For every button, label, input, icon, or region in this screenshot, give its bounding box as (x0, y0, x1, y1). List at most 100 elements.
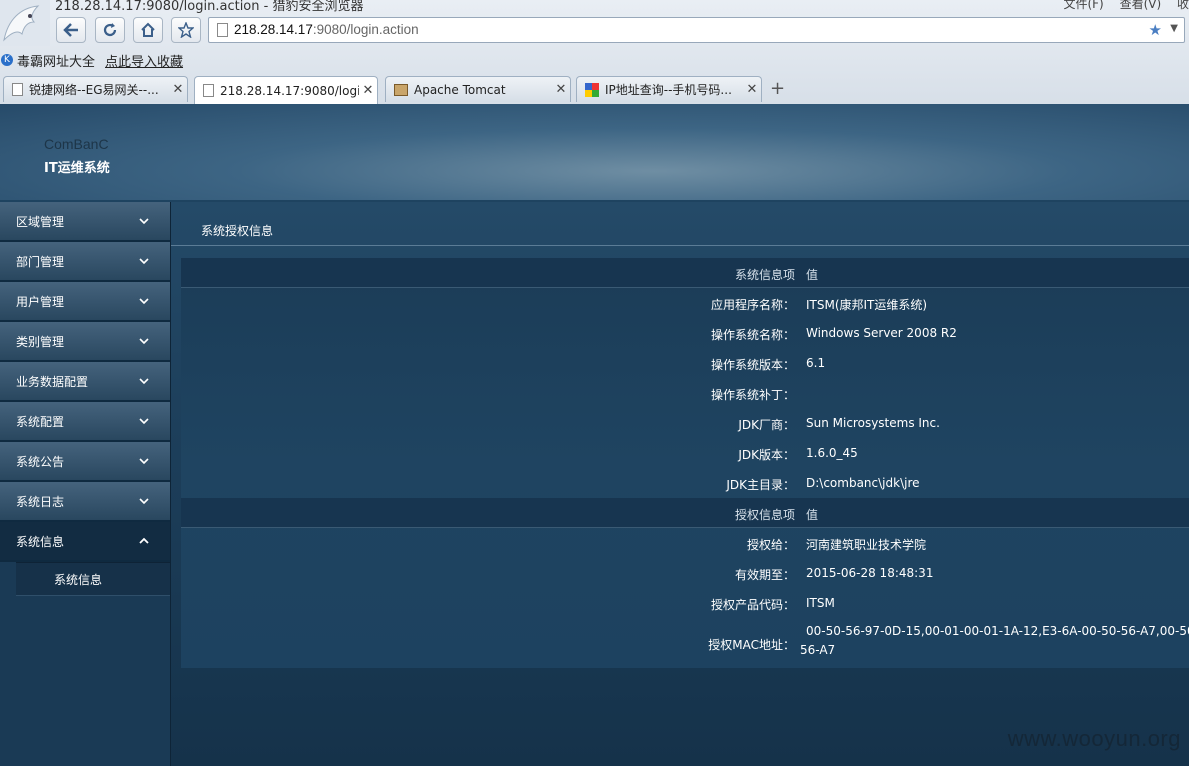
sidebar-item-announcement[interactable]: 系统公告 (0, 442, 170, 482)
menu-favorites[interactable]: 收 (1177, 0, 1189, 11)
table-row: JDK主目录： D:\combanc\jdk\jre (181, 468, 1189, 498)
sidebar-item-label: 类别管理 (16, 334, 65, 349)
row-value: 河南建筑职业技术学院 (806, 538, 927, 552)
watermark: www.wooyun.org (1007, 726, 1181, 751)
refresh-button[interactable] (95, 17, 125, 43)
bookmark-import-link[interactable]: 点此导入收藏 (105, 51, 183, 70)
row-value: 1.6.0_45 (806, 446, 858, 460)
row-key: JDK厂商： (738, 418, 795, 432)
close-icon[interactable]: ✕ (743, 82, 761, 97)
sidebar: 区域管理 部门管理 用户管理 类别管理 业务数据配置 系统配置 系统公告 系统日… (0, 202, 171, 766)
sidebar-item-system-config[interactable]: 系统配置 (0, 402, 170, 442)
sidebar-item-user[interactable]: 用户管理 (0, 282, 170, 322)
favorite-button[interactable] (171, 17, 201, 43)
page-icon (12, 83, 23, 96)
tab-tomcat[interactable]: Apache Tomcat ✕ (385, 76, 571, 102)
app-banner: ComBanC IT运维系统 (0, 104, 1189, 200)
bookmark-duba[interactable]: 毒霸网址大全 (17, 51, 95, 70)
table-row: JDK厂商： Sun Microsystems Inc. (181, 408, 1189, 438)
back-arrow-icon (63, 23, 78, 37)
sidebar-item-system-log[interactable]: 系统日志 (0, 482, 170, 522)
home-icon (141, 22, 155, 37)
tab-label: 218.28.14.17:9080/login.... (220, 83, 359, 98)
dropdown-arrow-icon[interactable]: ▼ (1170, 23, 1178, 34)
row-key: JDK版本： (738, 448, 795, 462)
sidebar-item-label: 用户管理 (16, 294, 65, 309)
close-icon[interactable]: ✕ (169, 82, 187, 97)
home-button[interactable] (133, 17, 163, 43)
close-icon[interactable]: ✕ (359, 83, 377, 98)
tab-ruijie[interactable]: 锐捷网络--EG易网关--... ✕ (3, 76, 188, 102)
url-host: 218.28.14.17 (234, 22, 313, 37)
sidebar-item-label: 系统公告 (16, 454, 65, 469)
chevron-down-icon (139, 378, 149, 385)
table-row: 操作系统版本： 6.1 (181, 348, 1189, 378)
sidebar-item-system-info[interactable]: 系统信息 (0, 522, 170, 562)
row-value: Windows Server 2008 R2 (806, 326, 957, 340)
header-key: 系统信息项 (734, 268, 795, 282)
header-value: 值 (806, 508, 819, 522)
new-tab-button[interactable]: + (770, 78, 785, 99)
row-key: 操作系统名称： (710, 328, 795, 342)
tomcat-icon (394, 83, 408, 96)
sidebar-item-label: 部门管理 (16, 254, 65, 269)
row-key: 应用程序名称： (710, 298, 795, 312)
sidebar-item-department[interactable]: 部门管理 (0, 242, 170, 282)
tab-label: IP地址查询--手机号码... (605, 83, 732, 97)
sidebar-item-label: 系统信息 (16, 534, 65, 549)
table-row: 授权产品代码： ITSM (181, 588, 1189, 618)
close-icon[interactable]: ✕ (552, 82, 570, 97)
tab-ip-lookup[interactable]: IP地址查询--手机号码... ✕ (576, 76, 762, 102)
row-value: ITSM (806, 596, 835, 610)
url-path: :9080/login.action (312, 22, 419, 37)
row-key: 授权给： (746, 538, 795, 552)
sidebar-subitem-system-info[interactable]: 系统信息 (16, 562, 170, 596)
brand-name: ComBanC (44, 136, 109, 152)
address-bar[interactable]: 218.28.14.17:9080/login.action ★ ▼ (208, 17, 1185, 43)
ip-icon (585, 82, 599, 97)
sidebar-item-label: 系统配置 (16, 414, 65, 429)
sidebar-item-category[interactable]: 类别管理 (0, 322, 170, 362)
page-icon (203, 84, 214, 97)
table-row-mac: 授权MAC地址： 00-50-56-97-0D-15,00-01-00-01-1… (181, 618, 1189, 668)
menu-file[interactable]: 文件(F) (1063, 0, 1103, 11)
tab-strip: 锐捷网络--EG易网关--... ✕ 218.28.14.17:9080/log… (0, 76, 1189, 104)
row-key: 授权MAC地址： (708, 638, 795, 652)
tab-label: 锐捷网络--EG易网关--... (29, 83, 159, 97)
chevron-down-icon (139, 498, 149, 505)
row-value: 6.1 (806, 356, 826, 370)
row-value: ITSM(康邦IT运维系统) (806, 298, 928, 312)
bookmarks-bar: K 毒霸网址大全 点此导入收藏 (0, 50, 183, 70)
cheetah-logo-icon (0, 0, 50, 46)
row-value: 2015-06-28 18:48:31 (806, 566, 934, 580)
menu-view[interactable]: 查看(V) (1120, 0, 1162, 11)
tab-label: Apache Tomcat (414, 82, 506, 97)
itsm-app: ComBanC IT运维系统 区域管理 部门管理 用户管理 类别管理 业务数据配… (0, 104, 1189, 766)
header-key: 授权信息项 (734, 508, 795, 522)
table-row: 有效期至： 2015-06-28 18:48:31 (181, 558, 1189, 588)
back-button[interactable] (56, 17, 86, 43)
row-key: 操作系统补丁： (710, 388, 795, 402)
row-value-mac-line1: 00-50-56-97-0D-15,00-01-00-01-1A-12,E3-6… (806, 624, 1189, 638)
table-header-license: 授权信息项 值 (181, 498, 1189, 528)
duba-icon: K (1, 54, 13, 66)
chevron-down-icon (139, 258, 149, 265)
row-key: JDK主目录： (726, 478, 795, 492)
table-header-system: 系统信息项 值 (181, 258, 1189, 288)
content-header: 系统授权信息 (171, 216, 1189, 246)
sidebar-item-label: 区域管理 (16, 214, 65, 229)
window-title: 218.28.14.17:9080/login.action - 猎豹安全浏览器 (55, 0, 364, 14)
browser-chrome: 218.28.14.17:9080/login.action - 猎豹安全浏览器… (0, 0, 1189, 104)
tab-login[interactable]: 218.28.14.17:9080/login.... ✕ (194, 76, 378, 104)
sidebar-item-region[interactable]: 区域管理 (0, 202, 170, 242)
row-key: 操作系统版本： (710, 358, 795, 372)
sidebar-item-business-data[interactable]: 业务数据配置 (0, 362, 170, 402)
row-value: Sun Microsystems Inc. (806, 416, 940, 430)
chevron-down-icon (139, 298, 149, 305)
table-row: 操作系统补丁： (181, 378, 1189, 408)
bookmark-star-icon[interactable]: ★ (1149, 21, 1162, 39)
chevron-down-icon (139, 458, 149, 465)
url-text[interactable]: 218.28.14.17:9080/login.action (234, 22, 419, 37)
table-row: 操作系统名称： Windows Server 2008 R2 (181, 318, 1189, 348)
table-row: JDK版本： 1.6.0_45 (181, 438, 1189, 468)
